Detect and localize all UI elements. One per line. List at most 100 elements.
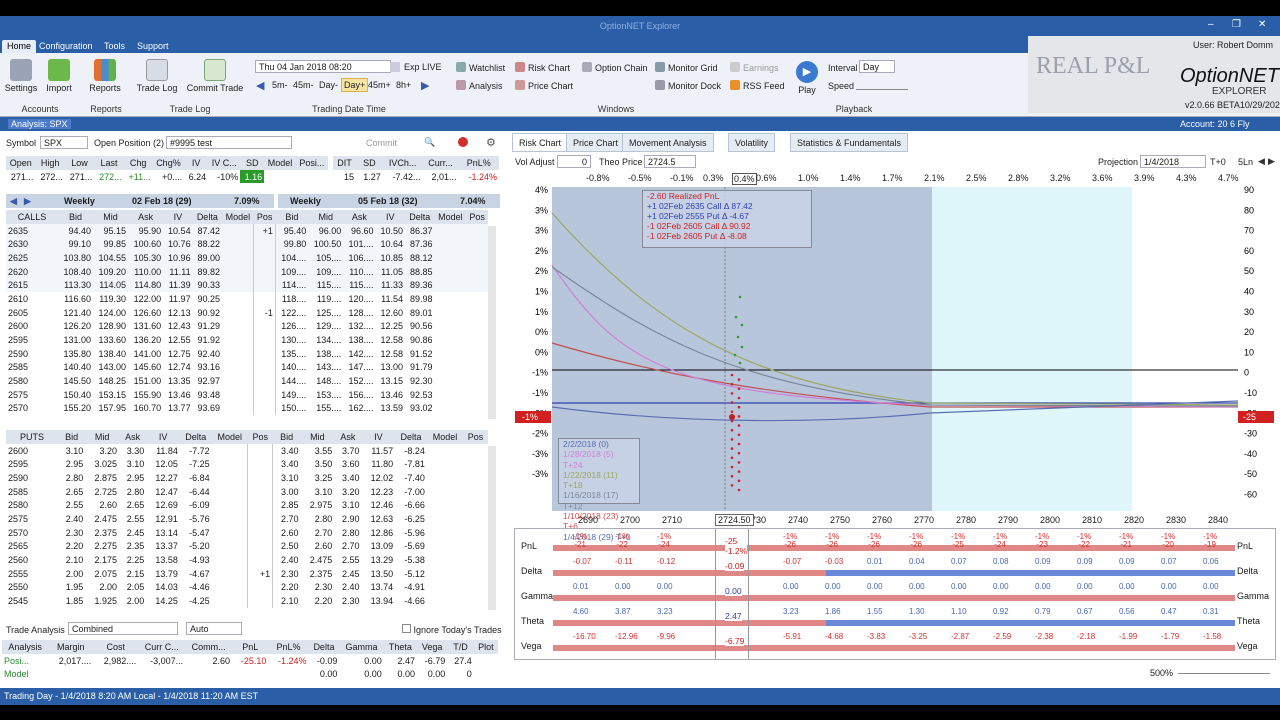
chain-cell[interactable] bbox=[253, 251, 276, 265]
strike-cell[interactable]: 2590 bbox=[6, 471, 58, 485]
chain-cell[interactable]: 2.30 bbox=[301, 581, 335, 595]
chain-cell[interactable] bbox=[466, 347, 488, 361]
price-chart-button[interactable]: Price Chart bbox=[515, 80, 573, 91]
chain-cell[interactable]: 140.... bbox=[275, 361, 308, 375]
chain-cell[interactable] bbox=[466, 306, 488, 320]
chain-row[interactable]: 2600 126.20 128.90 131.60 12.43 91.29 126.... 1… bbox=[6, 319, 488, 334]
chain-cell[interactable]: 108.40 bbox=[58, 264, 94, 279]
chain-cell[interactable] bbox=[247, 498, 274, 513]
chain-cell[interactable]: 12.69 bbox=[146, 498, 180, 512]
chain-cell[interactable]: 12.55 bbox=[163, 333, 192, 347]
chain-cell[interactable]: 114.05 bbox=[93, 278, 129, 293]
chain-cell[interactable] bbox=[434, 278, 467, 293]
chain-cell[interactable]: 119.30 bbox=[93, 292, 128, 306]
open-position-select[interactable]: #9995 test bbox=[166, 136, 292, 149]
tplus-label[interactable]: T+0 bbox=[1210, 157, 1226, 167]
chain-cell[interactable]: 90.56 bbox=[405, 320, 434, 334]
chain-cell[interactable]: 157.95 bbox=[93, 402, 128, 416]
tab-home[interactable]: Home bbox=[2, 40, 37, 53]
chain-cell[interactable]: -4.67 bbox=[180, 567, 212, 581]
chain-cell[interactable] bbox=[435, 306, 467, 320]
chain-cell[interactable] bbox=[253, 360, 276, 375]
chain-cell[interactable]: 115.... bbox=[308, 278, 344, 293]
chain-cell[interactable]: 113.30 bbox=[58, 278, 94, 293]
chain-cell[interactable]: 3.30 bbox=[119, 444, 146, 458]
chain-cell[interactable]: 11.84 bbox=[146, 444, 180, 458]
chain-cell[interactable]: 11.39 bbox=[163, 278, 193, 293]
chain-cell[interactable]: 11.97 bbox=[163, 292, 192, 306]
chain-cell[interactable]: 13.29 bbox=[362, 553, 396, 567]
chain-cell[interactable]: 12.13 bbox=[163, 306, 192, 320]
chain-cell[interactable]: 134.... bbox=[308, 333, 343, 347]
chain-cell[interactable] bbox=[222, 264, 255, 279]
chain-cell[interactable] bbox=[435, 333, 467, 347]
chain-cell[interactable]: 88.85 bbox=[405, 264, 435, 279]
chain-cell[interactable]: -5.96 bbox=[395, 526, 427, 540]
zoom-icon[interactable]: 🔍 bbox=[424, 137, 435, 148]
chain-cell[interactable] bbox=[427, 594, 463, 608]
puts-scrollbar[interactable] bbox=[488, 446, 496, 610]
chain-cell[interactable]: 2.875 bbox=[85, 471, 119, 485]
chain-cell[interactable]: 99.80 bbox=[275, 237, 309, 252]
chain-cell[interactable] bbox=[435, 374, 467, 388]
chain-cell[interactable] bbox=[211, 594, 249, 608]
chain-cell[interactable]: 3.40 bbox=[273, 457, 301, 471]
chain-cell[interactable]: 1.85 bbox=[58, 594, 85, 608]
chain-cell[interactable] bbox=[247, 512, 274, 526]
trading-date-input[interactable]: Thu 04 Jan 2018 08:20 bbox=[255, 60, 391, 73]
chain-cell[interactable]: 1.95 bbox=[58, 581, 85, 595]
theo-price-input[interactable]: 2724.5 bbox=[644, 155, 696, 168]
chain-cell[interactable]: 91.29 bbox=[193, 320, 222, 334]
chain-cell[interactable] bbox=[253, 333, 276, 347]
chain-cell[interactable] bbox=[222, 401, 255, 416]
chain-cell[interactable]: 148.25 bbox=[93, 374, 128, 388]
chain-cell[interactable] bbox=[435, 292, 467, 306]
chain-cell[interactable]: 2.70 bbox=[273, 512, 301, 526]
chain-cell[interactable]: 152.... bbox=[343, 374, 375, 388]
chain-cell[interactable]: -5.38 bbox=[395, 553, 427, 567]
chain-cell[interactable] bbox=[463, 567, 488, 581]
chain-cell[interactable]: 10.85 bbox=[375, 251, 406, 265]
chain-cell[interactable]: 125.... bbox=[308, 306, 343, 320]
chain-cell[interactable] bbox=[222, 346, 255, 361]
chain-cell[interactable]: 124.00 bbox=[93, 306, 128, 320]
tab-volatility[interactable]: Volatility bbox=[728, 133, 776, 152]
delete-icon[interactable] bbox=[458, 137, 468, 147]
chain-cell[interactable]: 13.77 bbox=[163, 402, 192, 416]
chain-cell[interactable] bbox=[222, 305, 255, 320]
chain-cell[interactable]: 3.10 bbox=[58, 444, 85, 458]
step-day-plus[interactable]: Day+ bbox=[341, 78, 369, 92]
chain-cell[interactable]: 13.58 bbox=[146, 553, 180, 567]
chain-cell[interactable]: 100.60 bbox=[128, 237, 164, 252]
chain-cell[interactable]: 14.25 bbox=[146, 594, 180, 608]
chain-cell[interactable]: 153.... bbox=[308, 388, 343, 402]
chain-cell[interactable]: 103.80 bbox=[58, 251, 94, 265]
chain-cell[interactable]: 2.10 bbox=[58, 553, 85, 567]
chain-cell[interactable]: 122.... bbox=[275, 306, 308, 320]
chain-cell[interactable]: 151.00 bbox=[128, 374, 163, 388]
chain-cell[interactable] bbox=[463, 553, 488, 567]
chain-cell[interactable]: 2.075 bbox=[85, 567, 119, 581]
chain-cell[interactable]: 12.46 bbox=[362, 498, 396, 512]
chain-cell[interactable]: 90.86 bbox=[405, 333, 434, 347]
nav-prev-icon[interactable]: ◀ bbox=[10, 196, 17, 207]
chain-cell[interactable]: 13.35 bbox=[163, 374, 192, 388]
chain-cell[interactable]: 129.... bbox=[308, 320, 343, 334]
chain-cell[interactable] bbox=[222, 374, 255, 388]
chain-cell[interactable]: 3.60 bbox=[334, 457, 361, 471]
chain-cell[interactable]: 3.10 bbox=[273, 471, 301, 485]
chain-cell[interactable]: 3.25 bbox=[301, 471, 335, 485]
chain-cell[interactable]: -1 bbox=[253, 305, 276, 320]
minimize-icon[interactable]: – bbox=[1208, 19, 1214, 30]
strike-cell[interactable]: 2575 bbox=[6, 512, 58, 526]
chain-row[interactable]: 2630 99.10 99.85 100.60 10.76 88.22 99.80 100.5… bbox=[6, 237, 488, 252]
chain-cell[interactable]: 1.925 bbox=[85, 594, 119, 608]
strike-cell[interactable]: 2580 bbox=[6, 498, 58, 512]
chain-cell[interactable] bbox=[466, 237, 488, 252]
chain-cell[interactable]: 138.40 bbox=[93, 347, 128, 361]
strike-cell[interactable]: 2595 bbox=[6, 333, 58, 347]
chain-cell[interactable] bbox=[435, 347, 467, 361]
chain-row[interactable]: 2555 2.00 2.075 2.15 13.79 -4.67 +1 2.30 2.375 2.… bbox=[6, 566, 488, 581]
chain-cell[interactable] bbox=[427, 567, 463, 581]
chain-cell[interactable] bbox=[463, 526, 488, 540]
